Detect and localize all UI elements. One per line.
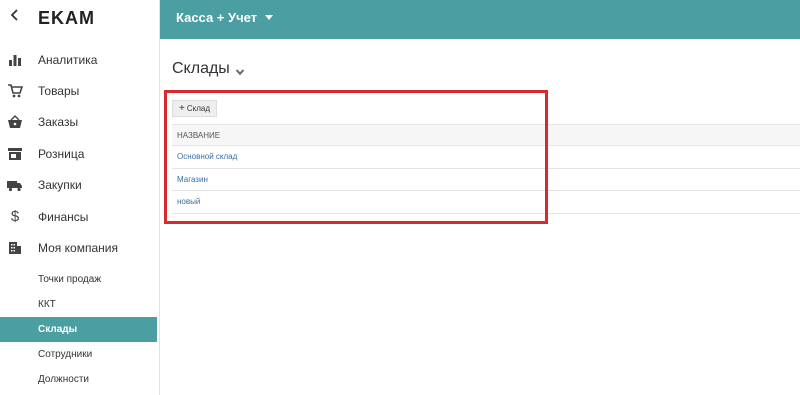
top-bar: Касса + Учет	[160, 0, 800, 39]
logo-row: EKAM	[0, 0, 159, 38]
sidebar-item-label: Финансы	[38, 209, 89, 224]
sidebar-item-analytics[interactable]: Аналитика	[0, 44, 159, 75]
sidebar-item-label: Моя компания	[38, 241, 118, 256]
sidebar-item-label: Закупки	[38, 178, 82, 193]
app-switcher-label: Касса + Учет	[176, 10, 258, 25]
sidebar-item-purchases[interactable]: Закупки	[0, 170, 159, 201]
warehouses-table: НАЗВАНИЕ Основной склад Магазин новый	[172, 124, 800, 214]
sidebar-subitem-sales-points[interactable]: Точки продаж	[0, 267, 159, 292]
table-header-name[interactable]: НАЗВАНИЕ	[172, 124, 800, 146]
logo: EKAM	[38, 8, 95, 28]
sidebar-subitem-kkt[interactable]: ККТ	[0, 292, 159, 317]
sidebar-submenu: Точки продаж ККТ Склады Сотрудники Должн…	[0, 267, 159, 392]
sidebar-item-my-company[interactable]: Моя компания	[0, 232, 159, 263]
sidebar-subitem-employees[interactable]: Сотрудники	[0, 342, 159, 367]
sidebar-item-label: Товары	[38, 84, 80, 99]
app-switcher[interactable]: Касса + Учет	[176, 10, 274, 25]
add-warehouse-label: Склад	[186, 104, 210, 113]
sidebar-item-label: Розница	[38, 146, 85, 161]
warehouse-link[interactable]: Основной склад	[177, 152, 237, 161]
sidebar: EKAM Аналитика Товары Заказы Розница Зак…	[0, 0, 160, 395]
sidebar-nav: Аналитика Товары Заказы Розница Закупки	[0, 44, 159, 264]
chevron-down-icon	[235, 64, 245, 76]
warehouse-link[interactable]: Магазин	[177, 175, 208, 184]
caret-down-icon	[265, 15, 274, 20]
sidebar-item-finance[interactable]: $ Финансы	[0, 201, 159, 232]
sidebar-item-retail[interactable]: Розница	[0, 138, 159, 169]
chevron-left-icon[interactable]	[10, 8, 24, 26]
table-row: Основной склад	[172, 146, 800, 169]
bar-chart-icon	[7, 52, 23, 68]
cart-icon	[7, 83, 23, 99]
truck-icon	[7, 177, 23, 193]
page-title-text: Склады	[172, 60, 230, 77]
sidebar-item-products[interactable]: Товары	[0, 75, 159, 106]
page-title[interactable]: Склады	[172, 60, 245, 78]
table-row: Магазин	[172, 169, 800, 191]
sidebar-subitem-warehouses[interactable]: Склады	[0, 317, 157, 342]
table-row: новый	[172, 191, 800, 214]
plus-icon: +	[179, 102, 185, 114]
sidebar-item-label: Заказы	[38, 115, 79, 130]
dollar-icon: $	[10, 208, 20, 226]
warehouse-link[interactable]: новый	[177, 197, 200, 206]
basket-icon	[7, 114, 23, 130]
sidebar-subitem-positions[interactable]: Должности	[0, 367, 159, 392]
building-icon	[7, 240, 23, 256]
sidebar-item-orders[interactable]: Заказы	[0, 107, 159, 138]
add-warehouse-button[interactable]: + Склад	[172, 100, 217, 117]
sidebar-item-label: Аналитика	[38, 52, 98, 67]
store-icon	[7, 146, 23, 162]
